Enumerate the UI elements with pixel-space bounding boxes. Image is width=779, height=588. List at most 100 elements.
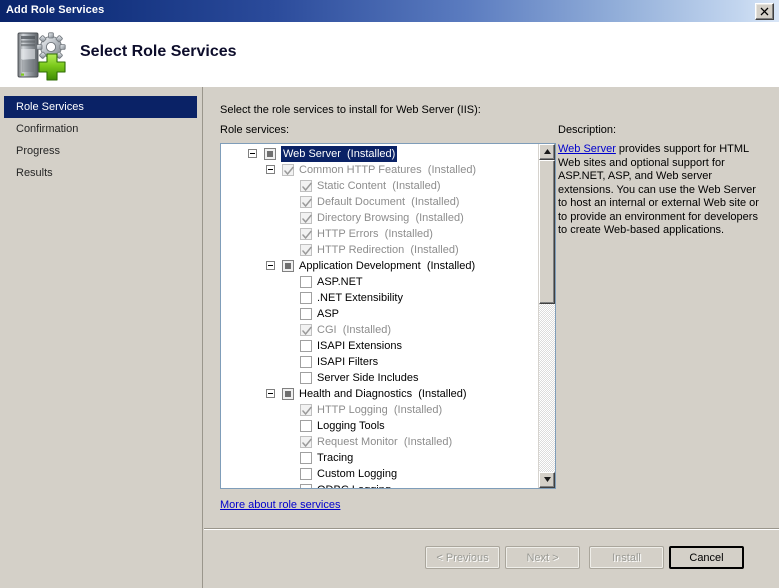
tree-item-checkbox[interactable] <box>282 388 294 400</box>
tree-item-installed-suffix: (Installed) <box>427 164 477 176</box>
sidebar-item-role-services[interactable]: Role Services <box>4 96 197 118</box>
tree-item[interactable]: HTTP Redirection (Installed) <box>221 242 539 258</box>
collapse-expander-icon[interactable] <box>266 389 275 398</box>
tree-item[interactable]: Server Side Includes <box>221 370 539 386</box>
sidebar-item-confirmation[interactable]: Confirmation <box>4 118 200 140</box>
tree-item-checkbox <box>300 228 312 240</box>
checkmark-icon <box>302 438 312 448</box>
tree-item-checkbox[interactable] <box>264 148 276 160</box>
window-title: Add Role Services <box>6 4 105 16</box>
tree-item-name: Health and Diagnostics <box>299 388 413 400</box>
close-x-icon <box>760 7 769 16</box>
tree-item[interactable]: Health and Diagnostics (Installed) <box>221 386 539 402</box>
tree-item[interactable]: Static Content (Installed) <box>221 178 539 194</box>
next-button[interactable]: Next > <box>505 546 580 569</box>
tree-scrollbar[interactable] <box>538 144 555 488</box>
tree-item-installed-suffix: (Installed) <box>342 324 391 336</box>
tree-item-label: ASP.NET <box>317 274 363 290</box>
tree-item-label: Custom Logging <box>317 466 397 482</box>
role-services-tree[interactable]: Web Server (Installed) Common HTTP Featur… <box>220 143 556 489</box>
tree-item-name: ASP <box>317 308 340 320</box>
tree-item[interactable]: Web Server (Installed) <box>221 146 539 162</box>
tree-item-installed-suffix: (Installed) <box>393 404 443 416</box>
tree-item[interactable]: ASP.NET <box>221 274 539 290</box>
checkmark-icon <box>302 214 312 224</box>
tree-item-checkbox[interactable] <box>300 276 312 288</box>
collapse-expander-icon[interactable] <box>248 149 257 158</box>
tree-item-checkbox[interactable] <box>300 372 312 384</box>
tree-item-name: CGI <box>317 324 337 336</box>
wizard-footer: < Previous Next > Install Cancel <box>204 529 779 588</box>
sidebar-item-progress[interactable]: Progress <box>4 140 200 162</box>
tree-item-checkbox[interactable] <box>300 356 312 368</box>
tree-item-checkbox[interactable] <box>300 468 312 480</box>
tree-item[interactable]: HTTP Logging (Installed) <box>221 402 539 418</box>
tree-item-checkbox[interactable] <box>300 292 312 304</box>
sidebar-item-label: Progress <box>16 145 61 157</box>
tree-item-checkbox[interactable] <box>300 484 312 488</box>
tree-item-checkbox <box>300 180 312 192</box>
tree-item-name: Common HTTP Features <box>299 164 422 176</box>
checkmark-icon <box>302 198 312 208</box>
tree-item-name: Web Server <box>283 148 341 160</box>
tree-item-name: Logging Tools <box>317 420 385 432</box>
scroll-down-button[interactable] <box>539 472 555 488</box>
checkmark-icon <box>302 406 312 416</box>
tree-item-label: Health and Diagnostics (Installed) <box>299 386 467 402</box>
tree-item[interactable]: Application Development (Installed) <box>221 258 539 274</box>
checkmark-icon <box>302 246 312 256</box>
close-button[interactable] <box>755 3 774 20</box>
tree-item-installed-suffix: (Installed) <box>426 260 476 272</box>
tree-item[interactable]: Logging Tools <box>221 418 539 434</box>
tree-item[interactable]: ODBC Logging <box>221 482 539 488</box>
tree-item[interactable]: ISAPI Extensions <box>221 338 539 354</box>
tree-item-installed-suffix: (Installed) <box>347 148 396 160</box>
tree-item-checkbox <box>300 404 312 416</box>
tree-item-name: .NET Extensibility <box>317 292 403 304</box>
add-role-services-window: Add Role Services Select Role Services R… <box>0 0 779 588</box>
tree-item-name: ASP.NET <box>317 276 363 288</box>
tree-item-checkbox <box>300 212 312 224</box>
install-button[interactable]: Install <box>589 546 664 569</box>
more-about-role-services-link[interactable]: More about role services <box>220 499 340 511</box>
tree-item-label: ODBC Logging <box>317 482 391 488</box>
tree-item[interactable]: ISAPI Filters <box>221 354 539 370</box>
sidebar-item-label: Role Services <box>16 101 84 113</box>
scrollbar-track[interactable] <box>539 160 555 472</box>
tree-item[interactable]: HTTP Errors (Installed) <box>221 226 539 242</box>
window-titlebar: Add Role Services <box>0 0 779 23</box>
tree-item[interactable]: Common HTTP Features (Installed) <box>221 162 539 178</box>
checkmark-icon <box>302 230 312 240</box>
tree-item[interactable]: Directory Browsing (Installed) <box>221 210 539 226</box>
cancel-button[interactable]: Cancel <box>669 546 744 569</box>
tree-item-checkbox[interactable] <box>300 340 312 352</box>
tree-item-label: Request Monitor (Installed) <box>317 434 452 450</box>
tree-item[interactable]: Custom Logging <box>221 466 539 482</box>
sidebar-item-results[interactable]: Results <box>4 162 200 184</box>
tree-item-label: .NET Extensibility <box>317 290 403 306</box>
tree-item[interactable]: Request Monitor (Installed) <box>221 434 539 450</box>
sidebar-item-label: Confirmation <box>16 123 79 135</box>
collapse-expander-icon[interactable] <box>266 261 275 270</box>
tree-item[interactable]: CGI (Installed) <box>221 322 539 338</box>
tree-item[interactable]: Tracing <box>221 450 539 466</box>
scroll-up-button[interactable] <box>539 144 555 160</box>
web-server-help-link[interactable]: Web Server <box>558 143 616 155</box>
previous-button[interactable]: < Previous <box>425 546 500 569</box>
tree-item-name: Server Side Includes <box>317 372 419 384</box>
collapse-expander-icon[interactable] <box>266 165 275 174</box>
tree-item-checkbox[interactable] <box>300 308 312 320</box>
tree-item[interactable]: Default Document (Installed) <box>221 194 539 210</box>
description-label: Description: <box>558 124 617 136</box>
tree-item[interactable]: ASP <box>221 306 539 322</box>
tree-item-checkbox[interactable] <box>300 420 312 432</box>
scrollbar-thumb[interactable] <box>539 160 555 304</box>
checkmark-icon <box>284 166 294 176</box>
tree-item-checkbox[interactable] <box>282 260 294 272</box>
tree-item[interactable]: .NET Extensibility <box>221 290 539 306</box>
tree-item-name: ISAPI Extensions <box>317 340 402 352</box>
role-services-tree-list: Web Server (Installed) Common HTTP Featur… <box>221 146 539 488</box>
tree-item-checkbox <box>300 436 312 448</box>
tree-item-checkbox[interactable] <box>300 452 312 464</box>
checkmark-icon <box>302 326 312 336</box>
